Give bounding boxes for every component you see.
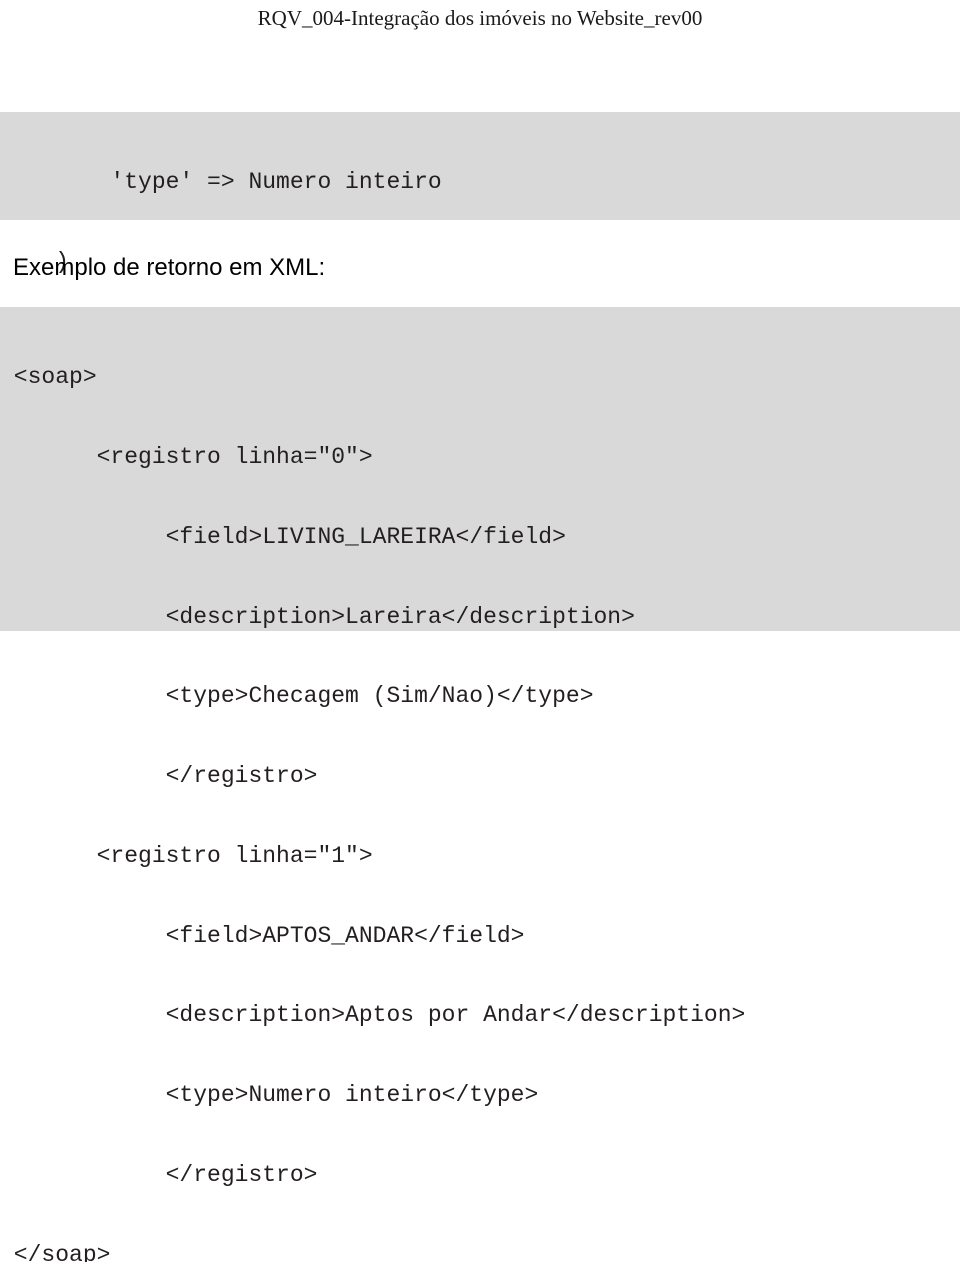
code-line: <type>Checagem (Sim/Nao)</type> — [0, 683, 594, 710]
document-page: RQV_004-Integração dos imóveis no Websit… — [0, 0, 960, 1262]
code-line: <field>APTOS_ANDAR</field> — [0, 922, 525, 949]
document-title: RQV_004-Integração dos imóveis no Websit… — [257, 6, 703, 30]
code-line: </registro> — [0, 763, 318, 790]
code-line: <type>Numero inteiro</type> — [0, 1082, 539, 1109]
code-line: <field>LIVING_LAREIRA</field> — [0, 523, 566, 550]
code-line: 'type' => Numero inteiro — [0, 169, 442, 196]
code-line: <description>Aptos por Andar</descriptio… — [0, 1002, 746, 1029]
code-line: <registro linha="1"> — [0, 842, 373, 869]
xml-example-code-block: <soap> <registro linha="0"> <field>LIVIN… — [0, 307, 960, 1262]
code-line: <description>Lareira</description> — [0, 603, 635, 630]
code-line: </soap> — [0, 1241, 111, 1262]
code-line: <registro linha="0"> — [0, 443, 373, 470]
code-line: <soap> — [0, 364, 97, 391]
code-line: </registro> — [0, 1162, 318, 1188]
document-header: RQV_004-Integração dos imóveis no Websit… — [0, 0, 960, 38]
php-array-code-block: 'type' => Numero inteiro ) [total_regist… — [0, 112, 960, 435]
section-heading-xml-example: Exemplo de retorno em XML: — [13, 254, 326, 281]
